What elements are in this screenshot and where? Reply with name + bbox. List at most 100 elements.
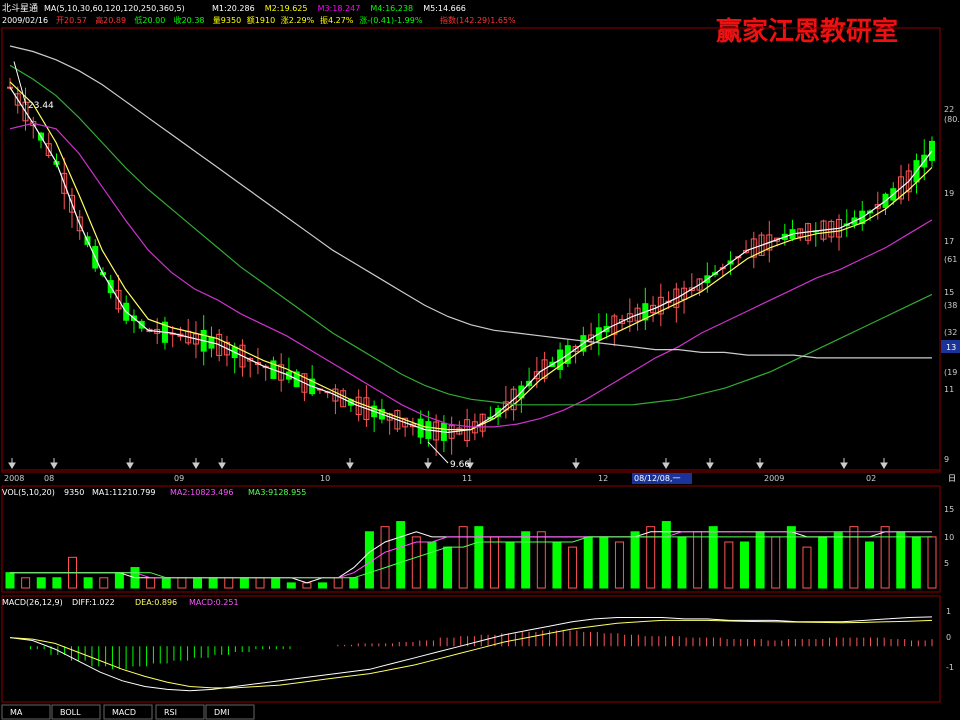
price-axis-label: (19	[944, 368, 957, 377]
tab-label: BOLL	[60, 708, 81, 717]
high-annotation: 23.44	[28, 101, 54, 111]
volume-bar	[99, 577, 109, 589]
volume-bar	[427, 541, 437, 589]
volume-bar	[599, 536, 609, 589]
date-axis-label: 2008	[4, 474, 24, 483]
split-marker-icon	[662, 458, 670, 469]
volume-bar	[552, 541, 562, 589]
volume-bar	[302, 582, 312, 589]
volume-bar	[536, 531, 546, 589]
macd-axis-label: -1	[946, 663, 954, 672]
ma-value-4: M4:16.238	[370, 4, 413, 13]
price-axis-label: (38	[944, 301, 957, 310]
volume-bar	[568, 546, 578, 589]
tab-label: RSI	[164, 708, 177, 717]
ma-line-m1	[9, 87, 933, 434]
split-marker-icon	[840, 458, 848, 469]
price-axis-label: (61	[944, 255, 957, 264]
tab-rsi[interactable]: RSI	[155, 704, 205, 720]
volume-bar	[708, 526, 718, 589]
volume-bar	[646, 526, 656, 589]
macd-panel[interactable]: 1 0 -1	[1, 595, 954, 703]
corner-label: 日	[948, 474, 956, 483]
price-axis-label: 11	[944, 385, 954, 394]
price-axis-label: (32	[944, 328, 957, 337]
price-axis-label: 17	[944, 237, 954, 246]
macd-axis-label: 1	[946, 607, 951, 616]
low-marker-line	[427, 441, 449, 464]
price-panel[interactable]: 2008 08 09 10 11 12 2009 02 08/12/08,一 日	[1, 27, 956, 484]
candle-body	[929, 140, 935, 161]
date-axis-label: 12	[598, 474, 608, 483]
date-axis-label: 10	[320, 474, 330, 483]
volume-bar	[786, 526, 796, 589]
volume-bar	[349, 577, 359, 589]
volume-bar	[927, 536, 937, 589]
vol-axis-label: 15	[944, 505, 954, 514]
volume-bar	[318, 582, 328, 589]
volume-bar	[458, 526, 468, 589]
volume-bar	[880, 526, 890, 589]
volume-bar	[21, 577, 31, 589]
tab-dmi[interactable]: DMI	[205, 704, 255, 720]
volume-bar	[239, 577, 249, 589]
quote-item-1: 高20.89	[95, 15, 126, 25]
date-axis-label: 08	[44, 474, 54, 483]
macd-header: MACD(26,12,9) DIFF:1.022 DEA:0.896 MACD:…	[2, 598, 239, 607]
price-axis: 22(80.1917(6115(38(3213(1911913	[941, 105, 960, 464]
volume-bar	[286, 582, 296, 589]
ma-line-m2	[9, 81, 933, 431]
volume-bar	[443, 546, 453, 589]
vol-ma1: MA1:11210.799	[92, 488, 155, 497]
vol-ma3: MA3:9128.955	[248, 488, 306, 497]
volume-bar	[849, 526, 859, 589]
volume-bar	[333, 577, 343, 589]
macd-title: MACD(26,12,9)	[2, 598, 63, 607]
price-axis-label: 15	[944, 288, 954, 297]
quote-item-4: 量9350	[213, 16, 241, 25]
volume-panel[interactable]: 15 10 5	[1, 485, 954, 593]
ma-value-3: M3:18.247	[318, 4, 361, 13]
price-frame	[1, 27, 941, 473]
ma-param-label: MA(5,10,30,60,120,120,250,360,5)	[44, 4, 185, 13]
volume-header: VOL(5,10,20) 9350 MA1:11210.799 MA2:1082…	[2, 488, 306, 497]
volume-bar	[677, 536, 687, 589]
volume-bar	[146, 577, 156, 589]
macd-value: MACD:0.251	[189, 598, 239, 607]
split-marker-icon	[756, 458, 764, 469]
split-marker-icon	[8, 458, 16, 469]
volume-bar	[396, 521, 406, 589]
split-marker-icon	[218, 458, 226, 469]
volume-bar	[489, 536, 499, 589]
indicator-tabs: MA BOLL MACD RSI DMI	[1, 704, 255, 720]
volume-bar	[739, 541, 749, 589]
ma-values: M1:20.286 M2:19.625 M3:18.247 M4:16.238 M5:1…	[212, 4, 466, 13]
split-marker-icon	[880, 458, 888, 469]
quote-item-6: 涨2.29%	[281, 15, 315, 25]
split-marker-icon	[192, 458, 200, 469]
volume-bar	[724, 541, 734, 589]
macd-dea-line	[9, 619, 933, 689]
macd-diff-line	[9, 616, 933, 692]
volume-bar	[802, 546, 812, 589]
tab-boll[interactable]: BOLL	[51, 704, 101, 720]
split-marker-icon	[346, 458, 354, 469]
volume-bar	[505, 541, 515, 589]
tab-ma[interactable]: MA	[1, 704, 51, 720]
volume-bar	[755, 531, 765, 589]
ma-value-2: M2:19.625	[265, 4, 308, 13]
split-marker-icon	[706, 458, 714, 469]
watermark-text: 赢家江恩教研室	[716, 16, 898, 47]
date-axis-label: 02	[866, 474, 876, 483]
current-price-label: 13	[946, 343, 956, 352]
volume-bar	[177, 577, 187, 589]
date-label: 2009/02/16	[2, 16, 48, 25]
quote-item-3: 收20.38	[174, 15, 205, 25]
volume-bar	[380, 526, 390, 589]
tab-macd[interactable]: MACD	[103, 704, 153, 720]
volume-bar	[864, 541, 874, 589]
volume-bar	[833, 531, 843, 589]
volume-bar	[224, 577, 234, 589]
volume-bar	[411, 536, 421, 589]
price-axis-label: 19	[944, 189, 954, 198]
